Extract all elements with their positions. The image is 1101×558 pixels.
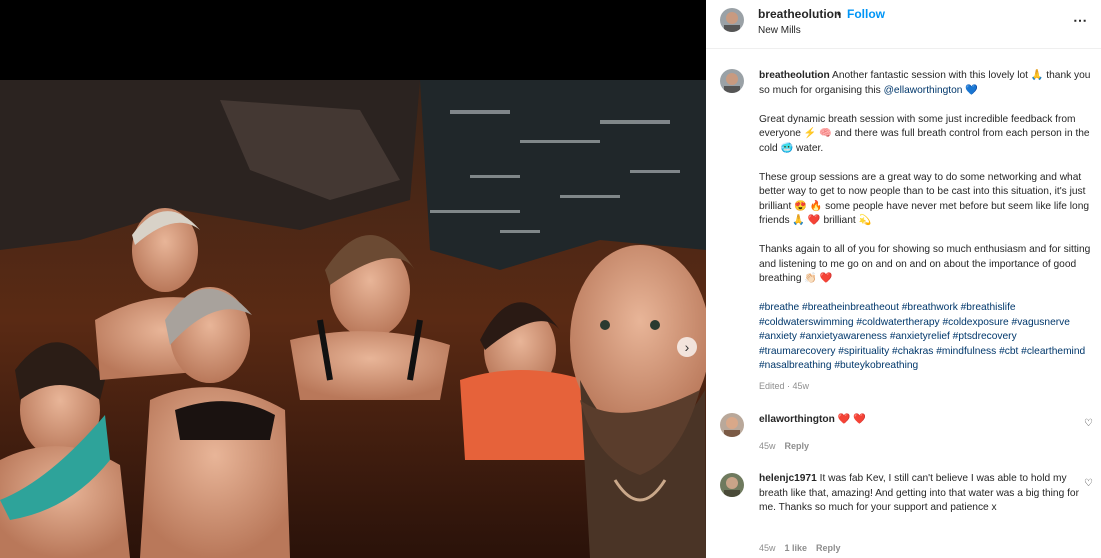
author-username[interactable]: breatheolution — [758, 7, 841, 21]
separator-dot: • — [837, 7, 842, 21]
like-heart-icon[interactable]: ♡ — [1084, 478, 1093, 489]
comment-meta: 45w Reply — [759, 441, 818, 451]
post-header: breatheolution • Follow New Mills ⋯ — [706, 0, 1101, 49]
comment-username[interactable]: helenjc1971 — [759, 473, 817, 484]
post-side-panel: breatheolution • Follow New Mills ⋯ brea… — [706, 0, 1101, 558]
commenter-avatar[interactable] — [720, 473, 744, 497]
comment-text: ellaworthington ❤️ ❤️ — [759, 413, 1079, 428]
next-photo-button[interactable]: › — [677, 337, 697, 357]
chevron-right-icon: › — [684, 339, 690, 355]
like-heart-icon[interactable]: ♡ — [1084, 418, 1093, 429]
caption-paragraph-4: Thanks again to all of you for showing s… — [759, 244, 1091, 284]
mention-link[interactable]: @ellaworthington — [884, 85, 963, 96]
caption-paragraph-1: breatheolution Another fantastic session… — [759, 69, 1095, 98]
caption-username[interactable]: breatheolution — [759, 70, 830, 81]
hashtags[interactable]: #breathe #breatheinbreatheout #breathwor… — [759, 301, 1095, 374]
group-photo — [0, 80, 706, 558]
caption-p1-b: 💙 — [962, 84, 978, 96]
comment-body: ❤️ ❤️ — [837, 414, 866, 425]
comment-age: 45w — [759, 441, 776, 451]
follow-button[interactable]: Follow — [847, 7, 885, 21]
caption-paragraph-3: These group sessions are a great way to … — [759, 171, 1090, 227]
caption-text: breatheolution Another fantastic session… — [759, 69, 1095, 374]
commenter-avatar[interactable] — [720, 413, 744, 437]
reply-button[interactable]: Reply — [816, 543, 841, 553]
post-media: › — [0, 0, 706, 558]
more-options-icon[interactable]: ⋯ — [1073, 12, 1088, 29]
comment-meta: 45w 1 like Reply — [759, 543, 850, 553]
comment-username[interactable]: ellaworthington — [759, 414, 835, 425]
caption-paragraph-2: Great dynamic breath session with some j… — [759, 113, 1090, 154]
post-location[interactable]: New Mills — [758, 25, 801, 36]
comment-text: helenjc1971 It was fab Kev, I still can'… — [759, 472, 1079, 516]
comment-likes[interactable]: 1 like — [785, 543, 808, 553]
edited-timestamp: Edited · 45w — [759, 381, 810, 391]
caption-avatar[interactable] — [720, 69, 744, 93]
reply-button[interactable]: Reply — [785, 441, 810, 451]
author-avatar[interactable] — [720, 8, 744, 32]
comment-age: 45w — [759, 543, 776, 553]
